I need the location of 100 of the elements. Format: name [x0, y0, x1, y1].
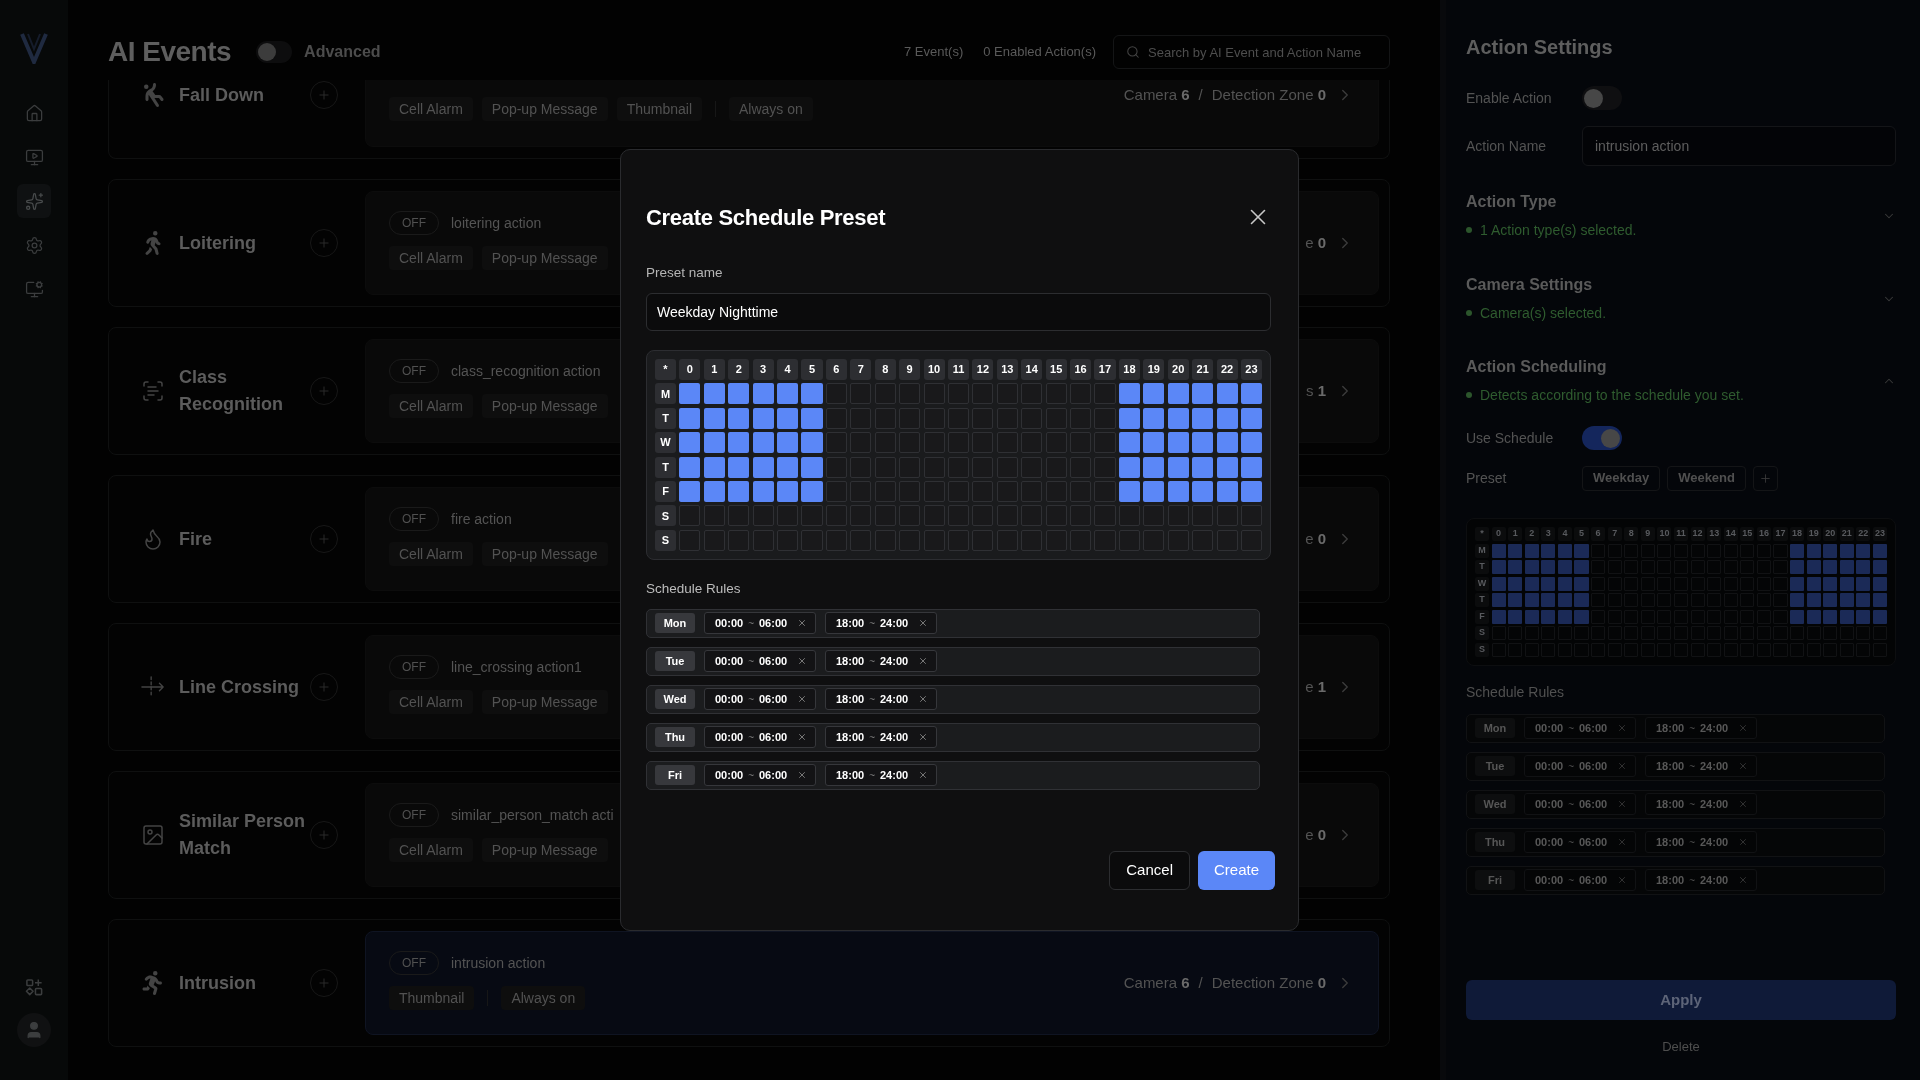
- user-avatar-icon[interactable]: [17, 1013, 51, 1047]
- toggle-switch[interactable]: [256, 41, 293, 63]
- close-icon[interactable]: [918, 656, 928, 667]
- cancel-button[interactable]: Cancel: [1109, 851, 1190, 890]
- time-slot[interactable]: [679, 407, 701, 429]
- time-slot[interactable]: [728, 432, 750, 454]
- time-slot[interactable]: [1216, 407, 1238, 429]
- time-range-chip[interactable]: 18:00 ~ 24:00: [825, 612, 937, 635]
- time-slot[interactable]: [1118, 407, 1140, 429]
- time-slot[interactable]: [1192, 480, 1214, 502]
- close-icon[interactable]: [797, 656, 807, 667]
- close-icon[interactable]: [918, 618, 928, 629]
- time-slot[interactable]: [801, 432, 823, 454]
- time-range-chip[interactable]: 18:00 ~ 24:00: [1645, 869, 1757, 891]
- time-range-chip[interactable]: 00:00 ~ 06:00: [1524, 755, 1636, 777]
- time-slot[interactable]: [1167, 407, 1189, 429]
- time-slot[interactable]: [1216, 456, 1238, 478]
- time-range-chip[interactable]: 18:00 ~ 24:00: [825, 688, 937, 711]
- time-slot[interactable]: [801, 480, 823, 502]
- logo-icon[interactable]: [20, 32, 48, 64]
- action-panel[interactable]: Cell Alarm Pop-up Message Thumbnail Always on Camera 6 / Detection Zone 0: [365, 80, 1379, 147]
- time-slot[interactable]: [1118, 432, 1140, 454]
- time-slot[interactable]: [777, 407, 799, 429]
- time-slot[interactable]: [1192, 432, 1214, 454]
- apply-button[interactable]: Apply: [1466, 980, 1896, 1020]
- time-slot[interactable]: [1143, 432, 1165, 454]
- nav-button[interactable]: [17, 184, 51, 218]
- time-slot[interactable]: [1143, 480, 1165, 502]
- action-panel[interactable]: OFF intrusion action Thumbnail Always on Camera 6 / Detection Zone 0: [365, 931, 1379, 1035]
- time-range-chip[interactable]: 00:00 ~ 06:00: [704, 650, 816, 673]
- action-name-field[interactable]: intrusion action: [1582, 126, 1896, 166]
- preset-chip[interactable]: Weekend: [1667, 465, 1746, 491]
- time-slot[interactable]: [1216, 383, 1238, 405]
- time-slot[interactable]: [1118, 480, 1140, 502]
- time-slot[interactable]: [703, 432, 725, 454]
- time-slot[interactable]: [679, 456, 701, 478]
- time-slot[interactable]: [1216, 432, 1238, 454]
- time-range-chip[interactable]: 18:00 ~ 24:00: [1645, 755, 1757, 777]
- time-slot[interactable]: [801, 407, 823, 429]
- preset-name-field[interactable]: Weekday Nighttime: [646, 293, 1271, 331]
- close-icon[interactable]: [797, 694, 807, 705]
- time-slot[interactable]: [801, 456, 823, 478]
- time-range-chip[interactable]: 18:00 ~ 24:00: [1645, 717, 1757, 739]
- time-slot[interactable]: [777, 456, 799, 478]
- time-slot[interactable]: [777, 383, 799, 405]
- time-slot[interactable]: [752, 480, 774, 502]
- time-slot[interactable]: [1167, 480, 1189, 502]
- time-slot[interactable]: [728, 480, 750, 502]
- time-slot[interactable]: [777, 480, 799, 502]
- time-slot[interactable]: [703, 407, 725, 429]
- time-slot[interactable]: [1192, 407, 1214, 429]
- delete-button[interactable]: Delete: [1662, 1037, 1700, 1057]
- time-slot[interactable]: [1167, 456, 1189, 478]
- time-range-chip[interactable]: 18:00 ~ 24:00: [825, 764, 937, 787]
- time-slot[interactable]: [1143, 407, 1165, 429]
- time-slot[interactable]: [1118, 456, 1140, 478]
- time-slot[interactable]: [1240, 480, 1262, 502]
- time-range-chip[interactable]: 00:00 ~ 06:00: [704, 764, 816, 787]
- time-slot[interactable]: [1167, 383, 1189, 405]
- create-button[interactable]: Create: [1197, 851, 1275, 890]
- time-slot[interactable]: [1240, 432, 1262, 454]
- close-icon[interactable]: [797, 618, 807, 629]
- time-range-chip[interactable]: 00:00 ~ 06:00: [1524, 831, 1636, 853]
- close-icon[interactable]: [918, 732, 928, 743]
- time-slot[interactable]: [1192, 383, 1214, 405]
- apps-icon[interactable]: [24, 978, 44, 997]
- time-slot[interactable]: [1240, 456, 1262, 478]
- time-range-chip[interactable]: 00:00 ~ 06:00: [1524, 717, 1636, 739]
- search-field[interactable]: Search by AI Event and Action Name: [1113, 35, 1390, 69]
- close-icon[interactable]: [918, 770, 928, 781]
- close-icon[interactable]: [918, 694, 928, 705]
- time-slot[interactable]: [1192, 456, 1214, 478]
- time-slot[interactable]: [679, 480, 701, 502]
- time-slot[interactable]: [1167, 432, 1189, 454]
- time-slot[interactable]: [1216, 480, 1238, 502]
- time-range-chip[interactable]: 00:00 ~ 06:00: [704, 612, 816, 635]
- close-icon[interactable]: [797, 770, 807, 781]
- time-range-chip[interactable]: 18:00 ~ 24:00: [1645, 793, 1757, 815]
- time-range-chip[interactable]: 00:00 ~ 06:00: [704, 688, 816, 711]
- time-slot[interactable]: [728, 383, 750, 405]
- add-preset-button[interactable]: [1753, 465, 1778, 491]
- time-slot[interactable]: [752, 407, 774, 429]
- time-slot[interactable]: [679, 432, 701, 454]
- time-slot[interactable]: [1143, 456, 1165, 478]
- time-slot[interactable]: [752, 456, 774, 478]
- time-slot[interactable]: [1240, 407, 1262, 429]
- time-range-chip[interactable]: 00:00 ~ 06:00: [1524, 869, 1636, 891]
- toggle-switch[interactable]: [1582, 426, 1622, 450]
- preset-chip[interactable]: Weekday: [1582, 465, 1661, 491]
- time-slot[interactable]: [703, 383, 725, 405]
- close-icon[interactable]: [797, 732, 807, 743]
- time-range-chip[interactable]: 00:00 ~ 06:00: [1524, 793, 1636, 815]
- time-slot[interactable]: [752, 432, 774, 454]
- toggle-switch[interactable]: [1582, 86, 1622, 110]
- time-slot[interactable]: [801, 383, 823, 405]
- time-range-chip[interactable]: 00:00 ~ 06:00: [704, 726, 816, 749]
- time-range-chip[interactable]: 18:00 ~ 24:00: [1645, 831, 1757, 853]
- time-slot[interactable]: [679, 383, 701, 405]
- time-slot[interactable]: [1143, 383, 1165, 405]
- time-slot[interactable]: [703, 480, 725, 502]
